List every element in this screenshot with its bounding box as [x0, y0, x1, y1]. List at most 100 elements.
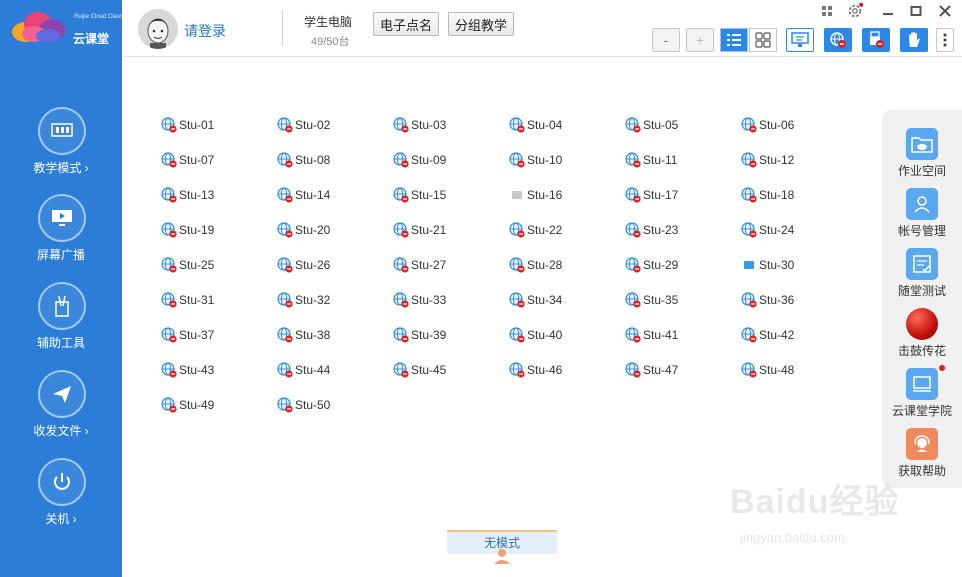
student-name: Stu-14 — [295, 188, 331, 202]
account-management-button[interactable]: 帐号管理 — [882, 182, 962, 242]
student-item[interactable]: Stu-05 — [625, 117, 678, 133]
student-item[interactable]: Stu-26 — [277, 257, 330, 273]
quiz-button[interactable]: 随堂测试 — [882, 242, 962, 302]
homework-space-button[interactable]: 作业空间 — [882, 122, 962, 182]
help-icon — [906, 428, 938, 460]
student-item[interactable]: Stu-42 — [741, 327, 794, 343]
student-name: Stu-45 — [411, 363, 447, 377]
app-logo: Ruijie Cloud Class 云课堂 — [8, 8, 123, 48]
sidebar-item-tools[interactable]: 辅助工具 — [0, 282, 122, 362]
student-item[interactable]: Stu-25 — [161, 257, 214, 273]
student-item[interactable]: Stu-29 — [625, 257, 678, 273]
student-name: Stu-26 — [295, 258, 331, 272]
zoom-out-button[interactable]: - — [652, 28, 680, 52]
get-help-button[interactable]: 获取帮助 — [882, 422, 962, 482]
right-item-label: 云课堂学院 — [891, 404, 952, 418]
student-item[interactable]: Stu-33 — [393, 292, 446, 308]
student-name: Stu-13 — [179, 188, 215, 202]
student-item[interactable]: Stu-19 — [161, 222, 214, 238]
online-blocked-icon — [161, 362, 177, 378]
block-usb-button[interactable] — [862, 28, 890, 52]
minimize-icon[interactable] — [880, 3, 896, 19]
student-item[interactable]: Stu-34 — [509, 292, 562, 308]
student-name: Stu-39 — [411, 328, 447, 342]
student-item[interactable]: Stu-04 — [509, 117, 562, 133]
student-item[interactable]: Stu-39 — [393, 327, 446, 343]
student-item[interactable]: Stu-41 — [625, 327, 678, 343]
student-item[interactable]: Stu-49 — [161, 397, 214, 413]
student-item[interactable]: Stu-31 — [161, 292, 214, 308]
student-item[interactable]: Stu-11 — [625, 152, 677, 168]
student-item[interactable]: Stu-18 — [741, 187, 794, 203]
avatar[interactable] — [138, 9, 178, 49]
student-item[interactable]: Stu-36 — [741, 292, 794, 308]
online-blocked-icon — [509, 257, 525, 273]
monitor-icon — [791, 32, 809, 47]
raise-hand-button[interactable] — [900, 28, 928, 52]
student-item[interactable]: Stu-38 — [277, 327, 330, 343]
online-blocked-icon — [625, 292, 641, 308]
sidebar-item-send-file[interactable]: 收发文件 › — [0, 370, 122, 450]
student-item[interactable]: Stu-01 — [161, 117, 214, 133]
student-item[interactable]: Stu-03 — [393, 117, 446, 133]
more-menu-button[interactable] — [936, 28, 954, 52]
student-item[interactable]: Stu-14 — [277, 187, 330, 203]
right-item-label: 帐号管理 — [897, 224, 946, 238]
student-item[interactable]: Stu-43 — [161, 362, 214, 378]
student-item[interactable]: Stu-24 — [741, 222, 794, 238]
list-view-button[interactable] — [720, 28, 748, 52]
student-item[interactable]: Stu-35 — [625, 292, 678, 308]
cloud-academy-button[interactable]: 云课堂学院 — [882, 362, 962, 422]
pass-the-flower-button[interactable]: 击鼓传花 — [882, 302, 962, 362]
student-item[interactable]: Stu-48 — [741, 362, 794, 378]
online-blocked-icon — [625, 327, 641, 343]
grid-view-button[interactable] — [749, 28, 777, 52]
watermark-main: Baidu经验 — [730, 483, 900, 521]
student-item[interactable]: Stu-44 — [277, 362, 330, 378]
student-item[interactable]: Stu-37 — [161, 327, 214, 343]
student-item[interactable]: Stu-30 — [741, 257, 794, 273]
student-item[interactable]: Stu-17 — [625, 187, 678, 203]
grid-apps-icon[interactable] — [819, 3, 835, 19]
student-item[interactable]: Stu-15 — [393, 187, 446, 203]
student-name: Stu-44 — [295, 363, 331, 377]
zoom-in-button[interactable]: + — [686, 28, 714, 52]
sidebar-item-screen-broadcast[interactable]: 屏幕广播 — [0, 194, 122, 274]
student-name: Stu-35 — [643, 293, 679, 307]
student-item[interactable]: Stu-32 — [277, 292, 330, 308]
maximize-icon[interactable] — [908, 3, 924, 19]
student-item[interactable]: Stu-40 — [509, 327, 562, 343]
student-item[interactable]: Stu-02 — [277, 117, 330, 133]
rollcall-button[interactable]: 电子点名 — [373, 12, 440, 36]
student-item[interactable]: Stu-20 — [277, 222, 330, 238]
student-item[interactable]: Stu-08 — [277, 152, 330, 168]
login-link[interactable]: 请登录 — [184, 21, 226, 41]
close-icon[interactable] — [937, 3, 953, 19]
student-item[interactable]: Stu-12 — [741, 152, 794, 168]
student-name: Stu-19 — [179, 223, 215, 237]
grid-view-icon — [755, 32, 771, 48]
student-item[interactable]: Stu-23 — [625, 222, 678, 238]
block-network-button[interactable] — [824, 28, 852, 52]
student-item[interactable]: Stu-28 — [509, 257, 562, 273]
student-item[interactable]: Stu-13 — [161, 187, 214, 203]
student-item[interactable]: Stu-27 — [393, 257, 446, 273]
student-item[interactable]: Stu-10 — [509, 152, 562, 168]
student-item[interactable]: Stu-16 — [509, 187, 562, 203]
sidebar-item-teaching-mode[interactable]: 教学模式 › — [0, 107, 122, 187]
student-item[interactable]: Stu-45 — [393, 362, 446, 378]
student-item[interactable]: Stu-06 — [741, 117, 794, 133]
student-item[interactable]: Stu-21 — [393, 222, 446, 238]
student-pc-count: 49/50台 — [311, 36, 350, 48]
student-item[interactable]: Stu-22 — [509, 222, 562, 238]
settings-gear-icon[interactable] — [847, 2, 863, 19]
student-item[interactable]: Stu-07 — [161, 152, 214, 168]
monitor-button[interactable] — [786, 28, 814, 52]
student-item[interactable]: Stu-50 — [277, 397, 330, 413]
student-item[interactable]: Stu-47 — [625, 362, 678, 378]
student-item[interactable]: Stu-09 — [393, 152, 446, 168]
group-teaching-button[interactable]: 分组教学 — [448, 12, 515, 36]
student-item[interactable]: Stu-46 — [509, 362, 562, 378]
sidebar-item-power[interactable]: 关机 › — [0, 458, 122, 538]
online-blocked-icon — [393, 327, 409, 343]
